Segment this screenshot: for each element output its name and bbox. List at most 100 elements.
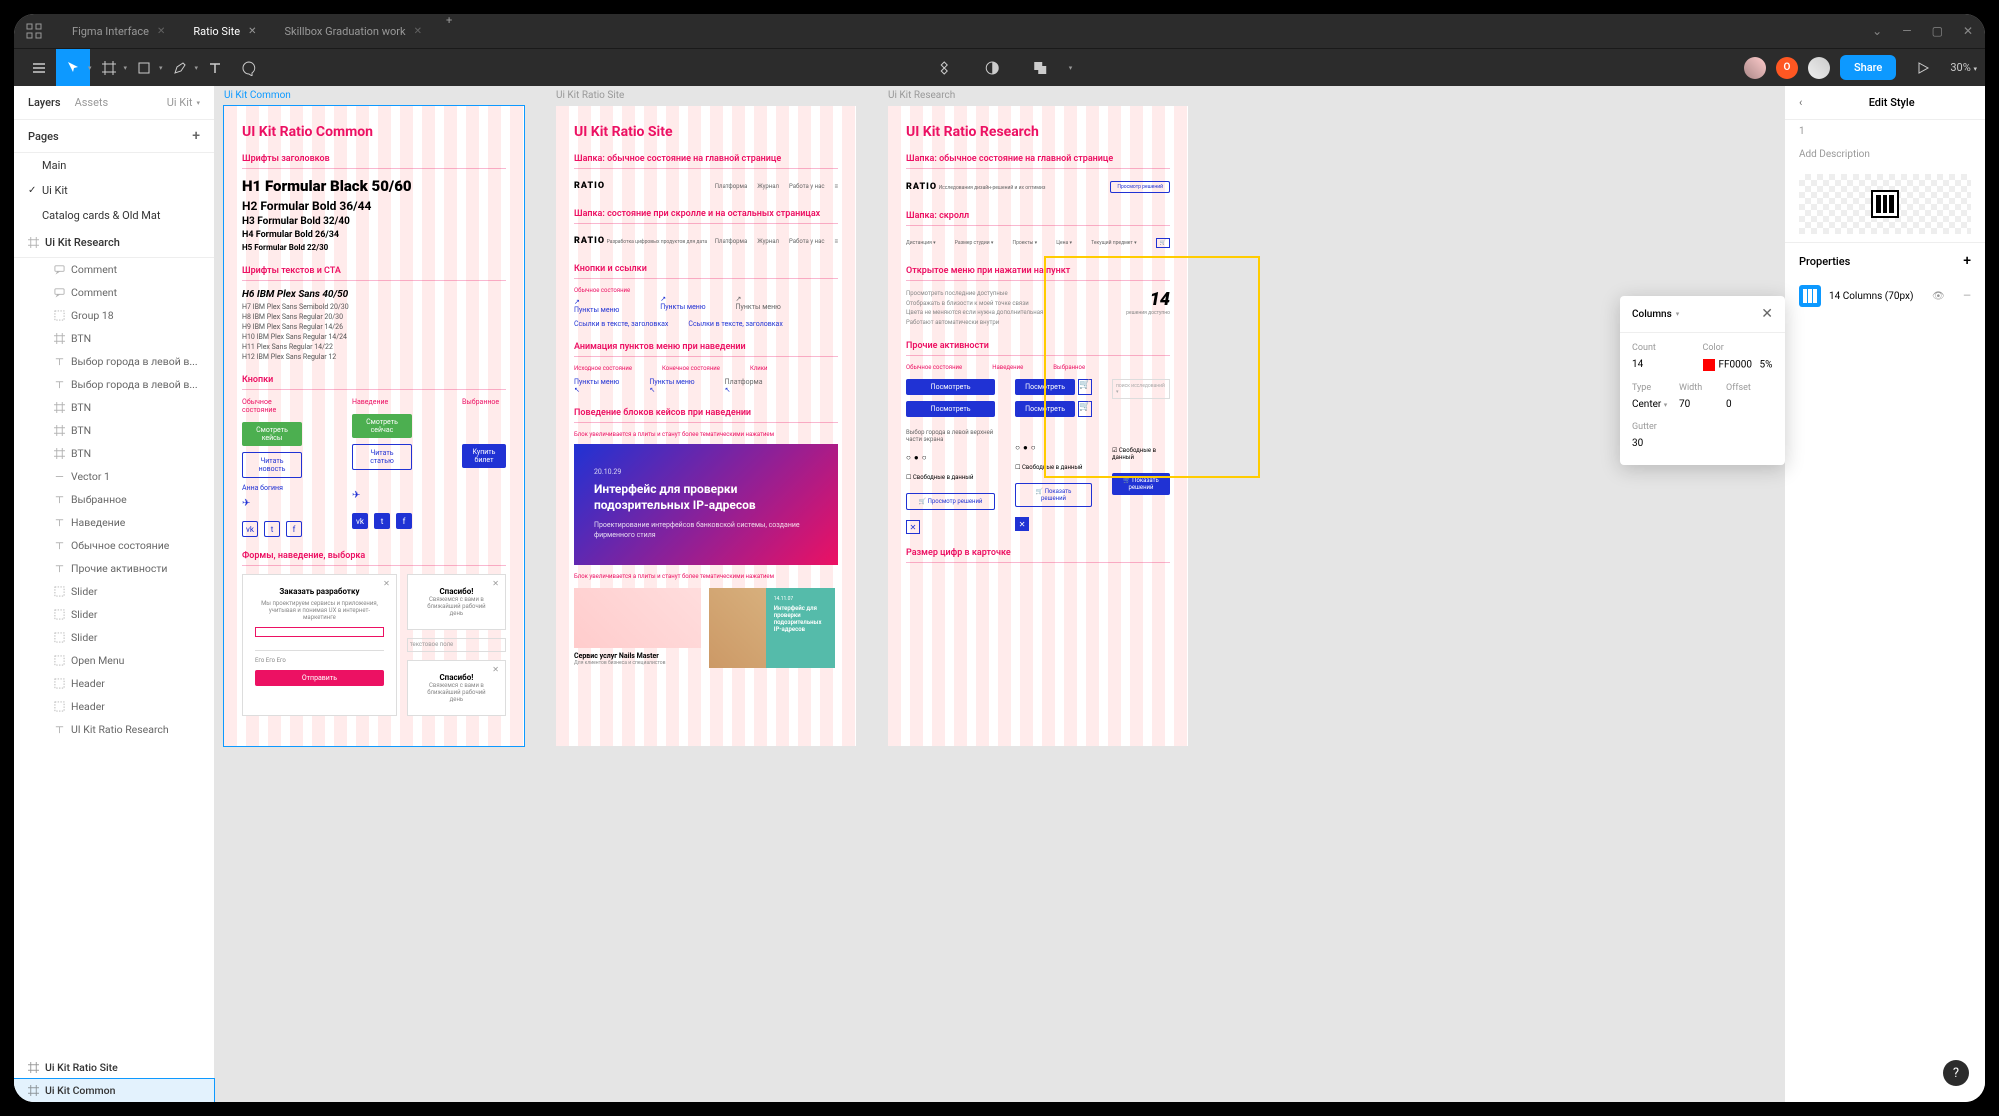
- avatar[interactable]: [1744, 57, 1766, 79]
- section-heading: Шапка: скролл: [906, 211, 1170, 226]
- help-button[interactable]: ?: [1943, 1060, 1969, 1086]
- maximize-icon[interactable]: ▢: [1932, 24, 1943, 38]
- style-name-field[interactable]: 1: [1785, 120, 1985, 143]
- columns-popover: Columns ▾ ✕ CountColor 14FF0000 5% TypeW…: [1620, 296, 1785, 465]
- layer-item[interactable]: Наведение: [14, 511, 214, 534]
- layer-item[interactable]: BTN: [14, 327, 214, 350]
- form-title: Спасибо!: [420, 587, 493, 596]
- gutter-field[interactable]: 30: [1632, 438, 1773, 449]
- layer-item[interactable]: Header: [14, 695, 214, 718]
- minimize-icon[interactable]: —: [1902, 24, 1911, 38]
- layer-item[interactable]: UI Kit Ratio Research: [14, 718, 214, 741]
- frame-label[interactable]: Ui Kit Ratio Site: [556, 90, 624, 101]
- frame-ui-kit-common[interactable]: Ui Kit Common UI Kit Ratio Common Шрифты…: [224, 106, 524, 746]
- back-button[interactable]: ‹: [1799, 96, 1802, 109]
- chevron-down-icon[interactable]: ⌄: [1872, 24, 1882, 38]
- property-row[interactable]: 14 Columns (70px) 👁 —: [1785, 279, 1985, 313]
- sample-button: Посмотреть: [906, 379, 995, 395]
- close-icon[interactable]: ✕: [248, 26, 256, 37]
- visibility-toggle-icon[interactable]: 👁: [1932, 291, 1945, 302]
- avatar[interactable]: O: [1776, 57, 1798, 79]
- type-field[interactable]: Center ▾: [1632, 399, 1679, 410]
- frame-label[interactable]: Ui Kit Common: [224, 90, 291, 101]
- section-heading: Шапка: обычное состояние на главной стра…: [906, 154, 1170, 169]
- layer-frame[interactable]: Ui Kit Ratio Site: [14, 1056, 214, 1079]
- layer-item[interactable]: Open Menu: [14, 649, 214, 672]
- typography-sample: H12 IBM Plex Sans Regular 12: [242, 353, 506, 361]
- frame-section-label[interactable]: Ui Kit Research: [45, 236, 120, 249]
- layer-item[interactable]: Vector 1: [14, 465, 214, 488]
- layer-item[interactable]: Header: [14, 672, 214, 695]
- page-selector[interactable]: Ui Kit ▾: [167, 96, 200, 109]
- layer-item[interactable]: Comment: [14, 281, 214, 304]
- layer-item[interactable]: Обычное состояние: [14, 534, 214, 557]
- color-field[interactable]: FF0000 5%: [1703, 359, 1774, 371]
- frame-title: UI Kit Ratio Common: [242, 124, 506, 140]
- frame-ui-kit-research[interactable]: Ui Kit Research UI Kit Ratio Research Ша…: [888, 106, 1188, 746]
- field-label: Type: [1632, 383, 1679, 393]
- count-field[interactable]: 14: [1632, 359, 1703, 371]
- columns-icon: [1799, 285, 1821, 307]
- share-button[interactable]: Share: [1840, 55, 1896, 80]
- offset-field[interactable]: 0: [1726, 399, 1773, 410]
- typography-sample: H10 IBM Plex Sans Regular 14/24: [242, 333, 506, 341]
- section-heading: Шапка: обычное состояние на главной стра…: [574, 154, 838, 169]
- page-item[interactable]: Main: [14, 153, 214, 178]
- add-tab-button[interactable]: +: [436, 14, 462, 48]
- layer-item[interactable]: Slider: [14, 603, 214, 626]
- close-icon[interactable]: ✕: [1761, 306, 1773, 322]
- mask-icon[interactable]: [975, 49, 1009, 87]
- description-field[interactable]: Add Description: [1785, 143, 1985, 166]
- layers-tab[interactable]: Layers: [28, 96, 61, 109]
- layer-item[interactable]: Slider: [14, 626, 214, 649]
- add-property-button[interactable]: +: [1963, 253, 1971, 269]
- frame-ui-kit-ratio-site[interactable]: Ui Kit Ratio Site UI Kit Ratio Site Шапк…: [556, 106, 856, 746]
- pen-tool[interactable]: [163, 49, 197, 87]
- shape-tool[interactable]: [127, 49, 161, 87]
- present-icon[interactable]: [1906, 49, 1940, 87]
- zoom-level[interactable]: 30% ▾: [1950, 61, 1977, 74]
- layer-item[interactable]: BTN: [14, 396, 214, 419]
- frame-label[interactable]: Ui Kit Research: [888, 90, 955, 101]
- left-panel: Layers Assets Ui Kit ▾ Pages + MainUi Ki…: [14, 86, 214, 1102]
- canvas[interactable]: Ui Kit Common UI Kit Ratio Common Шрифты…: [214, 86, 1785, 1102]
- typography-sample: H7 IBM Plex Sans Semibold 20/30: [242, 303, 506, 311]
- page-item[interactable]: Catalog cards & Old Mat: [14, 203, 214, 228]
- layer-item[interactable]: Group 18: [14, 304, 214, 327]
- close-window-icon[interactable]: ✕: [1963, 24, 1973, 38]
- typography-sample: H5 Formular Bold 22/30: [242, 243, 506, 252]
- frame-tool[interactable]: [92, 49, 126, 87]
- typography-sample: H6 IBM Plex Sans 40/50: [242, 289, 506, 300]
- layer-item[interactable]: Выбор города в левой в...: [14, 350, 214, 373]
- tab-skillbox[interactable]: Skillbox Graduation work✕: [270, 14, 435, 48]
- layer-frame[interactable]: Ui Kit Common: [14, 1079, 214, 1102]
- close-icon[interactable]: ✕: [157, 26, 165, 37]
- section-heading: Шрифты текстов и CTA: [242, 266, 506, 281]
- layer-item[interactable]: Выбранное: [14, 488, 214, 511]
- layer-item[interactable]: BTN: [14, 442, 214, 465]
- layer-item[interactable]: Comment: [14, 258, 214, 281]
- color-swatch[interactable]: [1703, 359, 1715, 371]
- add-page-button[interactable]: +: [192, 128, 200, 144]
- close-icon[interactable]: ✕: [414, 26, 422, 37]
- app-menu-icon[interactable]: [26, 23, 42, 39]
- form-title: Спасибо!: [420, 673, 493, 682]
- avatar[interactable]: [1808, 57, 1830, 79]
- tab-figma-interface[interactable]: Figma Interface✕: [58, 14, 179, 48]
- boolean-icon[interactable]: [1023, 49, 1057, 87]
- tab-ratio-site[interactable]: Ratio Site✕: [179, 14, 270, 48]
- layer-item[interactable]: Выбор города в левой в...: [14, 373, 214, 396]
- popover-title[interactable]: Columns ▾: [1632, 309, 1679, 320]
- layer-item[interactable]: BTN: [14, 419, 214, 442]
- layer-item[interactable]: Прочие активности: [14, 557, 214, 580]
- page-item[interactable]: Ui Kit: [14, 178, 214, 203]
- component-icon[interactable]: [927, 49, 961, 87]
- remove-icon[interactable]: —: [1963, 291, 1971, 302]
- text-tool[interactable]: [198, 49, 232, 87]
- width-field[interactable]: 70: [1679, 399, 1726, 410]
- comment-tool[interactable]: [232, 49, 266, 87]
- menu-icon[interactable]: [22, 49, 56, 87]
- move-tool[interactable]: [56, 49, 90, 87]
- assets-tab[interactable]: Assets: [75, 96, 109, 109]
- layer-item[interactable]: Slider: [14, 580, 214, 603]
